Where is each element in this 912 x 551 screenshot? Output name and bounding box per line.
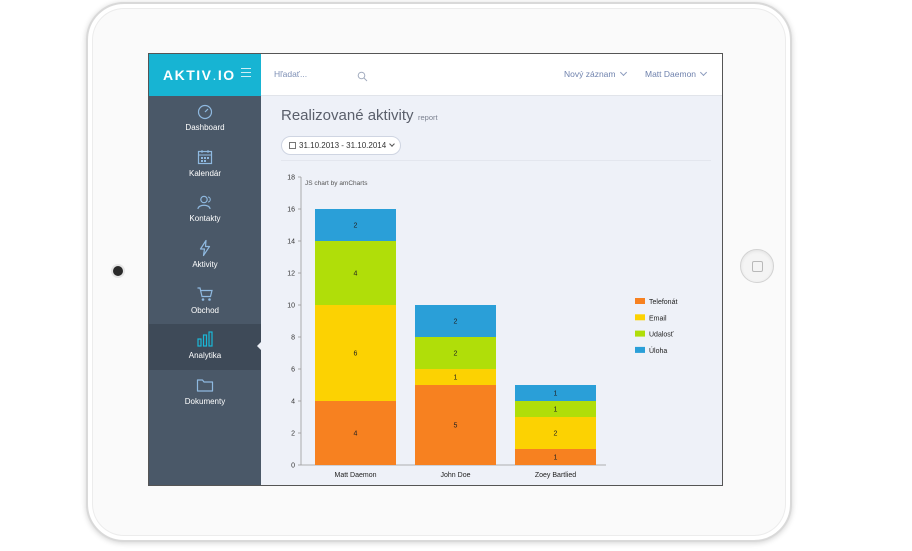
y-tick-label: 16 xyxy=(287,207,295,214)
sidebar-item-aktivity[interactable]: Aktivity xyxy=(149,233,261,279)
sidebar-item-kalendar[interactable]: Kalendár xyxy=(149,142,261,188)
legend-label: Udalosť xyxy=(649,332,674,339)
cart-icon xyxy=(196,285,214,303)
app-screen: AKTIV.IO Dashboard Kalendár Kontakty Akt… xyxy=(148,53,723,486)
user-menu-dropdown[interactable]: Matt Daemon xyxy=(645,68,708,79)
stacked-bar-chart: 0246810121416184642Matt Daemon5122John D… xyxy=(287,175,677,480)
legend-label: Email xyxy=(649,315,667,322)
data-label: 6 xyxy=(354,351,358,358)
data-label: 2 xyxy=(454,319,458,326)
data-label: 2 xyxy=(354,223,358,230)
data-label: 1 xyxy=(554,455,558,462)
sidebar-item-label: Kontakty xyxy=(189,214,221,224)
topbar: Hľadať... Nový záznam Matt Daemon xyxy=(261,54,722,96)
sidebar-item-label: Dokumenty xyxy=(184,397,226,407)
legend-label: Telefonát xyxy=(649,299,677,306)
legend-swatch xyxy=(635,314,645,321)
y-tick-label: 12 xyxy=(287,271,295,278)
sidebar-item-kontakty[interactable]: Kontakty xyxy=(149,187,261,233)
x-tick-label: John Doe xyxy=(441,472,471,479)
sidebar-item-analytika[interactable]: Analytika xyxy=(149,324,262,371)
home-button[interactable] xyxy=(740,249,774,283)
search-input[interactable]: Hľadať... xyxy=(274,69,307,79)
user-name: Matt Daemon xyxy=(645,69,697,79)
y-tick-label: 4 xyxy=(291,399,295,406)
legend-label: Úloha xyxy=(649,346,667,355)
search-icon[interactable] xyxy=(357,69,368,82)
sidebar-item-label: Obchod xyxy=(190,305,220,315)
contacts-icon xyxy=(196,193,214,211)
x-tick-label: Zoey Bartlied xyxy=(535,472,576,479)
home-square-icon xyxy=(752,261,763,272)
brand-name-text: AKTIV xyxy=(163,67,213,83)
data-label: 1 xyxy=(554,391,558,398)
brand-suffix: IO xyxy=(217,67,236,83)
chevron-down-icon xyxy=(619,68,627,77)
y-tick-label: 2 xyxy=(291,431,295,438)
new-record-dropdown[interactable]: Nový záznam xyxy=(564,68,627,79)
hamburger-menu-icon[interactable] xyxy=(241,68,251,77)
legend-swatch xyxy=(635,330,645,337)
data-label: 1 xyxy=(454,375,458,382)
sidebar-item-label: Kalendár xyxy=(188,168,222,178)
data-label: 2 xyxy=(554,431,558,438)
sidebar-item-obchod[interactable]: Obchod xyxy=(149,279,261,325)
sidebar-item-dokumenty[interactable]: Dokumenty xyxy=(149,370,261,416)
y-tick-label: 6 xyxy=(291,367,295,374)
gauge-icon xyxy=(196,102,214,120)
y-tick-label: 18 xyxy=(287,175,295,182)
y-tick-label: 8 xyxy=(291,335,295,342)
legend-swatch xyxy=(635,346,645,353)
data-label: 4 xyxy=(354,271,358,278)
sidebar-item-label: Analytika xyxy=(188,351,222,361)
calendar-icon xyxy=(196,148,214,166)
camera-icon xyxy=(113,266,123,276)
folder-icon xyxy=(196,376,214,394)
sidebar-item-label: Aktivity xyxy=(192,260,218,270)
legend-swatch xyxy=(635,298,645,304)
bar-chart-icon xyxy=(196,330,214,348)
data-label: 2 xyxy=(454,351,458,358)
y-tick-label: 0 xyxy=(291,463,295,470)
sidebar-item-dashboard[interactable]: Dashboard xyxy=(149,96,261,142)
lightning-icon xyxy=(196,239,214,257)
new-record-label: Nový záznam xyxy=(564,69,616,79)
data-label: 5 xyxy=(454,423,458,430)
y-tick-label: 10 xyxy=(287,303,295,310)
data-label: 1 xyxy=(554,407,558,414)
chevron-down-icon xyxy=(699,68,708,77)
main-content: Realizované aktivity report 31.10.2013 -… xyxy=(261,96,722,485)
y-tick-label: 14 xyxy=(287,239,295,246)
sidebar: AKTIV.IO Dashboard Kalendár Kontakty Akt… xyxy=(149,54,262,485)
brand-logo[interactable]: AKTIV.IO xyxy=(163,67,236,83)
data-label: 4 xyxy=(354,431,358,438)
sidebar-item-label: Dashboard xyxy=(185,123,225,132)
x-tick-label: Matt Daemon xyxy=(334,472,376,479)
sidebar-nav: Dashboard Kalendár Kontakty Aktivity Obc… xyxy=(149,96,262,416)
brand-bar: AKTIV.IO xyxy=(149,54,261,96)
